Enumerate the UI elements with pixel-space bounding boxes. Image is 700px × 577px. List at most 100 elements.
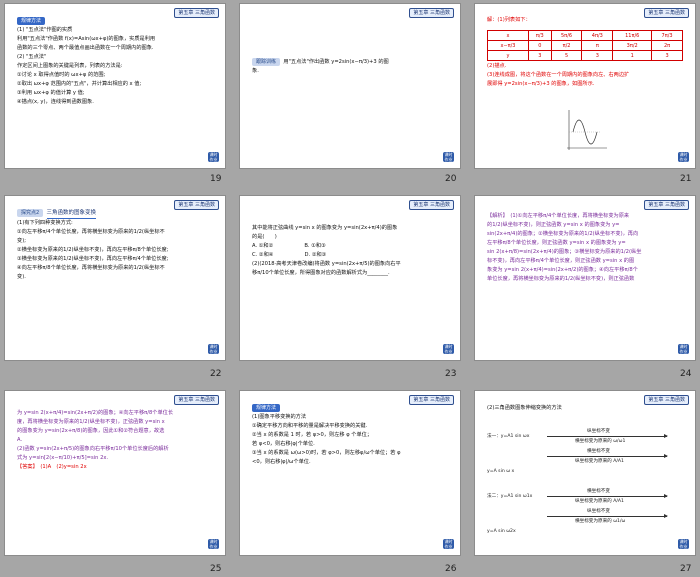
corner-icon[interactable]: 课时作业 [443,152,454,162]
transform-label: 横坐标变为原来的 ω/ω1 [575,439,626,444]
slide-26[interactable]: 第五章 三角函数 规律方法 (1)图象平移变换的方法 ①确定平移方向和平移的量是… [239,390,461,556]
method-1-label: 法一：y=A1 sin ωx [487,434,530,439]
text-line: ④向左平移π/8个单位长度，再将横坐标变为原来的1/2(纵坐标不 [17,265,165,271]
transform-label: 纵坐标不变 [587,429,610,434]
section-header: 规律方法 [252,404,281,412]
text-line: 变). [17,274,26,280]
text-line: 若 φ<0，则右移|φ|个单位. [252,441,315,447]
text-line: 左平移π/8个单位长度，则正弦函数 y=sin x 的图象变为 y= [487,240,626,246]
chapter-tag: 第五章 三角函数 [409,8,454,18]
transform-label: 横坐标不变 [587,449,610,454]
value-table: x π/3 5π/6 4π/3 11π/6 7π/3 x−π/3 0 π/2 π… [487,30,683,61]
text-line: ①讨论 x 取得点值时的 ωx+φ 的范围; [17,72,106,78]
slide-number: 19 [210,174,222,184]
table-cell: 3 [527,50,552,61]
text-line: ②横坐标变为原来的1/2(纵坐标不变)，再向左平移π/8个单位长度; [17,247,169,253]
text-line: <0，则右移|φ|/ω个单位. [252,459,311,465]
text-line: 【解析】 (1)①向左平移π/4个单位长度，再将横坐标变为原来 [487,213,630,219]
chapter-tag: 第五章 三角函数 [409,200,454,210]
arrow-icon [547,434,668,438]
table-cell: 5π/6 [550,30,583,41]
text-line: 移π/10个单位长度，所得图象对应的函数解析式为________. [252,270,390,276]
transform-label: 纵坐标变为原来的 A/A1 [575,459,624,464]
slide-number: 22 [210,369,222,379]
text-line: (1)有下列四种变换方式: [17,220,73,226]
text-line: 解：(1)列表如下： [487,17,531,23]
table-cell: 0 [527,40,552,51]
text-line: 作定区间上图象的关键是列表，列表的方法是: [17,63,123,69]
text-line: ②取出 ωx+φ 范围内的"五点"，并计算出相应的 x 值; [17,81,142,87]
result-label: y=A sin ω x [487,469,515,474]
text-line: 的1/2(纵坐标不变)，则正弦函数 y=sin x 的图象变为 y= [487,222,620,228]
text-line: 的图象变为 y=sin(2x+π/8)的图象，因此①和②符合题意，故选 [17,428,165,434]
table-cell: y [487,50,529,61]
text-line: sin(2x+π/4)的图象；②横坐标变为原来的1/2(纵坐标不变)，再向 [487,231,639,237]
chapter-tag: 第五章 三角函数 [174,395,219,405]
sine-graph-icon [567,110,607,150]
text-line: (1)图象平移变换的方法 [252,414,307,420]
text-line: 象变为 y=sin 2(x+π/4)=sin(2x+π/2)的图象；④向左平移π… [487,267,638,273]
slide-22[interactable]: 第五章 三角函数 探究点2 三角函数的图象变换 (1)有下列四种变换方式: ①向… [4,195,226,361]
slide-20[interactable]: 第五章 三角函数 跟踪训练 用"五点法"作出函数 y=2sin(x−π/3)+3… [239,3,461,169]
table-cell: 3π/2 [612,40,653,51]
corner-icon[interactable]: 课时作业 [678,344,689,354]
table-cell: 7π/3 [651,30,683,41]
text-line: 的是( ) [252,234,277,240]
text-line: 利用"五点法"作函数 f(x)=Asin(ωx+φ)的图象，实质是利用 [17,36,156,42]
slide-number: 24 [680,369,692,379]
slide-24[interactable]: 第五章 三角函数 【解析】 (1)①向左平移π/4个单位长度，再将横坐标变为原来… [474,195,696,361]
table-cell: 1 [612,50,653,61]
corner-icon[interactable]: 课时作业 [443,539,454,549]
text-line: 变); [17,238,26,244]
table-cell: x [487,30,529,41]
slide-number: 20 [445,174,457,184]
slide-number: 21 [680,174,692,184]
table-cell: π [581,40,614,51]
table-cell: π/2 [550,40,583,51]
text-line: 为 y=sin 2(x+π/4)=sin(2x+π/2)的图象；④向左平移π/8… [17,410,174,416]
table-cell: 5 [550,50,583,61]
corner-icon[interactable]: 课时作业 [208,152,219,162]
corner-icon[interactable]: 课时作业 [443,344,454,354]
arrow-icon [547,494,668,498]
text-line: ③横坐标变为原来的1/2(纵坐标不变)，再向左平移π/4个单位长度; [17,256,169,262]
text-line: 度，再将横坐标变为原来的1/2(纵坐标不变)，正弦函数 y=sin x [17,419,165,425]
slide-21[interactable]: 第五章 三角函数 解：(1)列表如下： x π/3 5π/6 4π/3 11π/… [474,3,696,169]
text-line: (2)(2018·高考天津卷改编)将函数 y=sin(2x+π/5)的图象向右平 [252,261,401,267]
result-label: y=A sin ω2x [487,529,516,534]
text-line: ①向左平移π/4个单位长度，再将横坐标变为原来的1/2(纵坐标不 [17,229,165,235]
corner-icon[interactable]: 课时作业 [208,344,219,354]
text-line: 用"五点法"作出函数 y=2sin(x−π/3)+3 的图 [283,59,389,65]
text-line: 标不变)，再向左平移π/4个单位长度，则正弦函数 y=sin x 的图 [487,258,635,264]
transform-label: 纵坐标不变 [587,509,610,514]
text-line: ④描点(x, y)，连线得到函数图象. [17,99,94,105]
chapter-tag: 第五章 三角函数 [644,200,689,210]
transform-label: 横坐标变为原来的 ω1/ω [575,519,626,524]
text-line: sin 2(x+π/8)=sin(2x+π/4)的图象；③横坐标变为原来的1/2… [487,249,642,255]
slide-number: 27 [680,564,692,574]
arrow-icon [547,454,668,458]
slide-27[interactable]: 第五章 三角函数 (2)三角函数图象伸缩变换的方法 法一：y=A1 sin ωx… [474,390,696,556]
text-line: ③当 x 的系数是 ω(ω>0)时，若 φ>0，则左移φ/ω个单位；若 φ [252,450,401,456]
table-cell: 4π/3 [581,30,614,41]
slide-19[interactable]: 第五章 三角函数 规律方法 (1) "五点法"作图的实质 利用"五点法"作函数 … [4,3,226,169]
text-line: 象. [252,68,259,74]
table-cell: 11π/6 [612,30,653,41]
corner-icon[interactable]: 课时作业 [208,539,219,549]
slide-23[interactable]: 第五章 三角函数 其中能将正弦曲线 y=sin x 的图象变为 y=sin(2x… [239,195,461,361]
text-line: ③利用 ωx+φ 的值计算 y 值; [17,90,85,96]
table-cell: x−π/3 [487,40,529,51]
text-line: (2)描点. [487,63,507,69]
slide-25[interactable]: 第五章 三角函数 为 y=sin 2(x+π/4)=sin(2x+π/2)的图象… [4,390,226,556]
table-cell: 3 [581,50,614,61]
slide-title: (2)三角函数图象伸缩变换的方法 [487,405,562,411]
slide-grid: 第五章 三角函数 规律方法 (1) "五点法"作图的实质 利用"五点法"作函数 … [0,0,700,577]
section-header: 跟踪训练 [252,58,281,66]
corner-icon[interactable]: 课时作业 [678,539,689,549]
text-line: 单位长度，再将横坐标变为原来的1/2(纵坐标不变)，则正弦函数 [487,276,635,282]
text-line: A. ①和② B. ①和③ [252,243,326,249]
text-line: 展即得 y=2sin(x−π/3)+3 的图象，如图所示. [487,81,595,87]
text-line: A. [17,437,23,443]
corner-icon[interactable]: 课时作业 [678,152,689,162]
transform-label: 纵坐标变为原来的 A/A1 [575,499,624,504]
